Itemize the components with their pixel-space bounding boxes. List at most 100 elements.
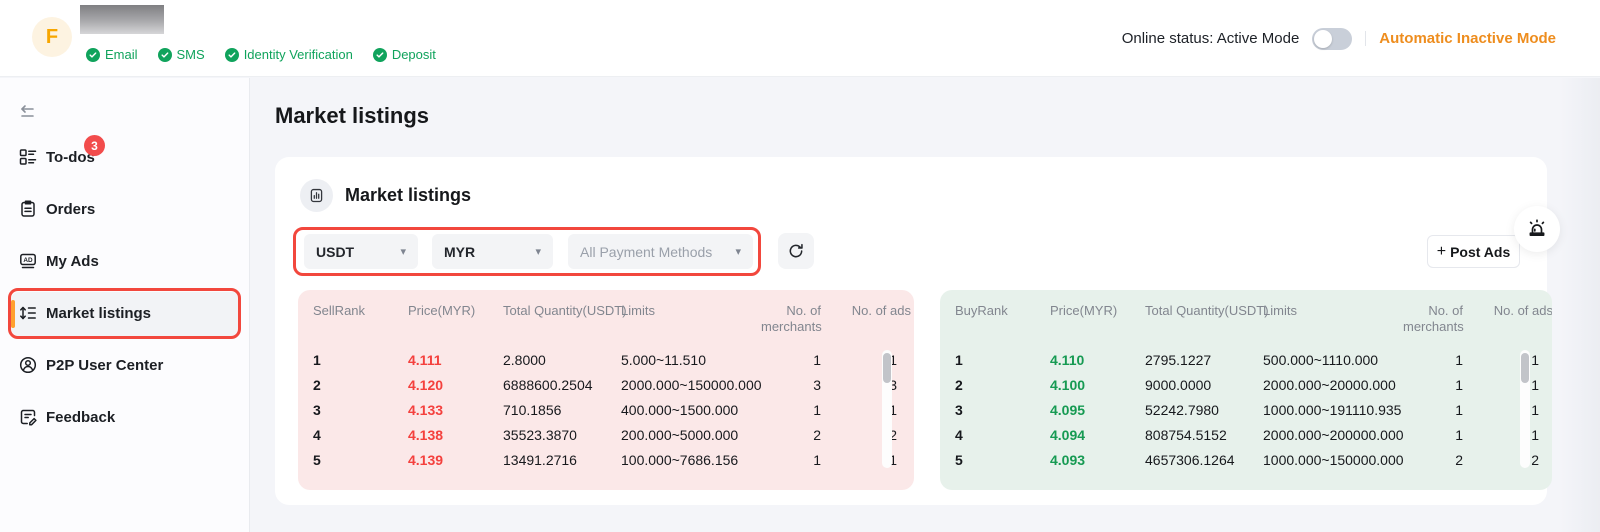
table-row[interactable]: 2 4.120 6888600.2504 2000.000~150000.000… <box>298 372 914 397</box>
cell-limits: 2000.000~150000.000 <box>621 377 761 393</box>
cell-merchants: 1 <box>761 402 821 418</box>
cell-qty: 4657306.1264 <box>1145 452 1263 468</box>
cell-qty: 9000.0000 <box>1145 377 1263 393</box>
table-row[interactable]: 1 4.111 2.8000 5.000~11.510 1 1 <box>298 347 914 372</box>
toggle-knob <box>1314 30 1332 48</box>
cell-limits: 1000.000~191110.935 <box>1263 402 1403 418</box>
cell-limits: 400.000~1500.000 <box>621 402 761 418</box>
refresh-button[interactable] <box>778 233 814 269</box>
header-merchants: No. of merchants <box>761 303 821 335</box>
top-header: F Email SMS Identity Verification Deposi… <box>0 0 1600 77</box>
online-status-toggle[interactable] <box>1312 28 1352 50</box>
automatic-inactive-mode-link[interactable]: Automatic Inactive Mode <box>1379 30 1556 47</box>
alarm-siren-icon <box>1525 217 1549 241</box>
cell-limits: 1000.000~150000.000 <box>1263 452 1403 468</box>
sidebar-item-label: P2P User Center <box>46 357 163 374</box>
crypto-select-value: USDT <box>316 244 354 260</box>
cell-ads: 2 <box>821 427 911 443</box>
badge-identity-verification: Identity Verification <box>225 47 353 62</box>
chevron-down-icon: ▾ <box>735 245 741 258</box>
my-ads-icon: AD <box>18 251 38 271</box>
header-ads: No. of ads <box>821 303 911 319</box>
table-row[interactable]: 1 4.110 2795.1227 500.000~1110.000 1 1 <box>940 347 1552 372</box>
cell-price: 4.133 <box>408 402 503 418</box>
page-title: Market listings <box>275 103 429 129</box>
cell-merchants: 2 <box>761 427 821 443</box>
cell-limits: 200.000~5000.000 <box>621 427 761 443</box>
avatar[interactable]: F <box>32 17 72 57</box>
header-qty: Total Quantity(USDT) <box>1145 303 1263 319</box>
header-limits: Limits <box>1263 303 1403 319</box>
header-rank: BuyRank <box>955 303 1050 319</box>
cell-rank: 5 <box>955 452 1050 468</box>
scrollbar-thumb[interactable] <box>1521 353 1529 383</box>
cell-merchants: 1 <box>1403 402 1463 418</box>
sidebar-item-p2p-user-center[interactable]: P2P User Center <box>0 353 250 377</box>
header-rank: SellRank <box>313 303 408 319</box>
badge-label: Deposit <box>392 47 436 62</box>
fiat-select-value: MYR <box>444 244 475 260</box>
cell-qty: 6888600.2504 <box>503 377 621 393</box>
todos-count-badge: 3 <box>84 135 105 156</box>
header-ads: No. of ads <box>1463 303 1552 319</box>
cell-merchants: 1 <box>1403 352 1463 368</box>
chevron-down-icon: ▾ <box>535 245 541 258</box>
scrollbar-thumb[interactable] <box>883 353 891 383</box>
check-icon <box>158 48 172 62</box>
sidebar-item-market-listings[interactable]: Market listings <box>0 301 250 325</box>
page-edge-shadow <box>1560 78 1600 532</box>
badge-label: Identity Verification <box>244 47 353 62</box>
sidebar-item-label: Feedback <box>46 409 115 426</box>
cell-merchants: 2 <box>1403 452 1463 468</box>
buy-table-scrollbar[interactable] <box>1520 350 1530 468</box>
sidebar-item-label: My Ads <box>46 253 99 270</box>
payment-select-value: All Payment Methods <box>580 244 712 260</box>
crypto-select[interactable]: USDT ▾ <box>304 234 418 269</box>
sidebar-item-feedback[interactable]: Feedback <box>0 405 250 429</box>
chevron-down-icon: ▾ <box>400 245 406 258</box>
app-root: F Email SMS Identity Verification Deposi… <box>0 0 1600 532</box>
cell-ads: 1 <box>1463 377 1552 393</box>
cell-qty: 710.1856 <box>503 402 621 418</box>
sidebar-item-label: Orders <box>46 201 95 218</box>
table-row[interactable]: 2 4.100 9000.0000 2000.000~20000.000 1 1 <box>940 372 1552 397</box>
cell-qty: 2.8000 <box>503 352 621 368</box>
payment-method-select[interactable]: All Payment Methods ▾ <box>568 234 753 269</box>
cell-rank: 5 <box>313 452 408 468</box>
buy-table: BuyRank Price(MYR) Total Quantity(USDT) … <box>940 290 1552 490</box>
sidebar-item-todos[interactable]: To-dos <box>0 145 250 169</box>
cell-price: 4.110 <box>1050 352 1145 368</box>
sidebar-item-orders[interactable]: Orders <box>0 197 250 221</box>
table-row[interactable]: 5 4.093 4657306.1264 1000.000~150000.000… <box>940 447 1552 472</box>
alarm-fab[interactable] <box>1514 206 1560 252</box>
post-ads-label: Post Ads <box>1450 244 1510 260</box>
table-row[interactable]: 5 4.139 13491.2716 100.000~7686.156 1 1 <box>298 447 914 472</box>
cell-rank: 4 <box>313 427 408 443</box>
cell-ads: 2 <box>1463 452 1552 468</box>
cell-price: 4.138 <box>408 427 503 443</box>
sidebar-item-my-ads[interactable]: AD My Ads <box>0 249 250 273</box>
fiat-select[interactable]: MYR ▾ <box>432 234 553 269</box>
cell-merchants: 1 <box>1403 427 1463 443</box>
plus-icon: + <box>1437 243 1446 261</box>
sell-table-scrollbar[interactable] <box>882 350 892 468</box>
sidebar-collapse-icon[interactable] <box>17 102 37 122</box>
market-listings-icon <box>18 303 38 323</box>
card-icon-circle <box>300 179 333 212</box>
cell-ads: 1 <box>1463 352 1552 368</box>
cell-ads: 3 <box>821 377 911 393</box>
table-row[interactable]: 3 4.095 52242.7980 1000.000~191110.935 1… <box>940 397 1552 422</box>
cell-rank: 1 <box>313 352 408 368</box>
header-price: Price(MYR) <box>408 303 503 319</box>
table-row[interactable]: 4 4.094 808754.5152 2000.000~200000.000 … <box>940 422 1552 447</box>
cell-price: 4.100 <box>1050 377 1145 393</box>
header-merchants: No. of merchants <box>1403 303 1463 335</box>
card-title: Market listings <box>345 185 471 206</box>
table-row[interactable]: 4 4.138 35523.3870 200.000~5000.000 2 2 <box>298 422 914 447</box>
header-price: Price(MYR) <box>1050 303 1145 319</box>
cell-rank: 3 <box>955 402 1050 418</box>
cell-rank: 2 <box>955 377 1050 393</box>
table-row[interactable]: 3 4.133 710.1856 400.000~1500.000 1 1 <box>298 397 914 422</box>
post-ads-button[interactable]: + Post Ads <box>1427 235 1520 268</box>
cell-qty: 13491.2716 <box>503 452 621 468</box>
